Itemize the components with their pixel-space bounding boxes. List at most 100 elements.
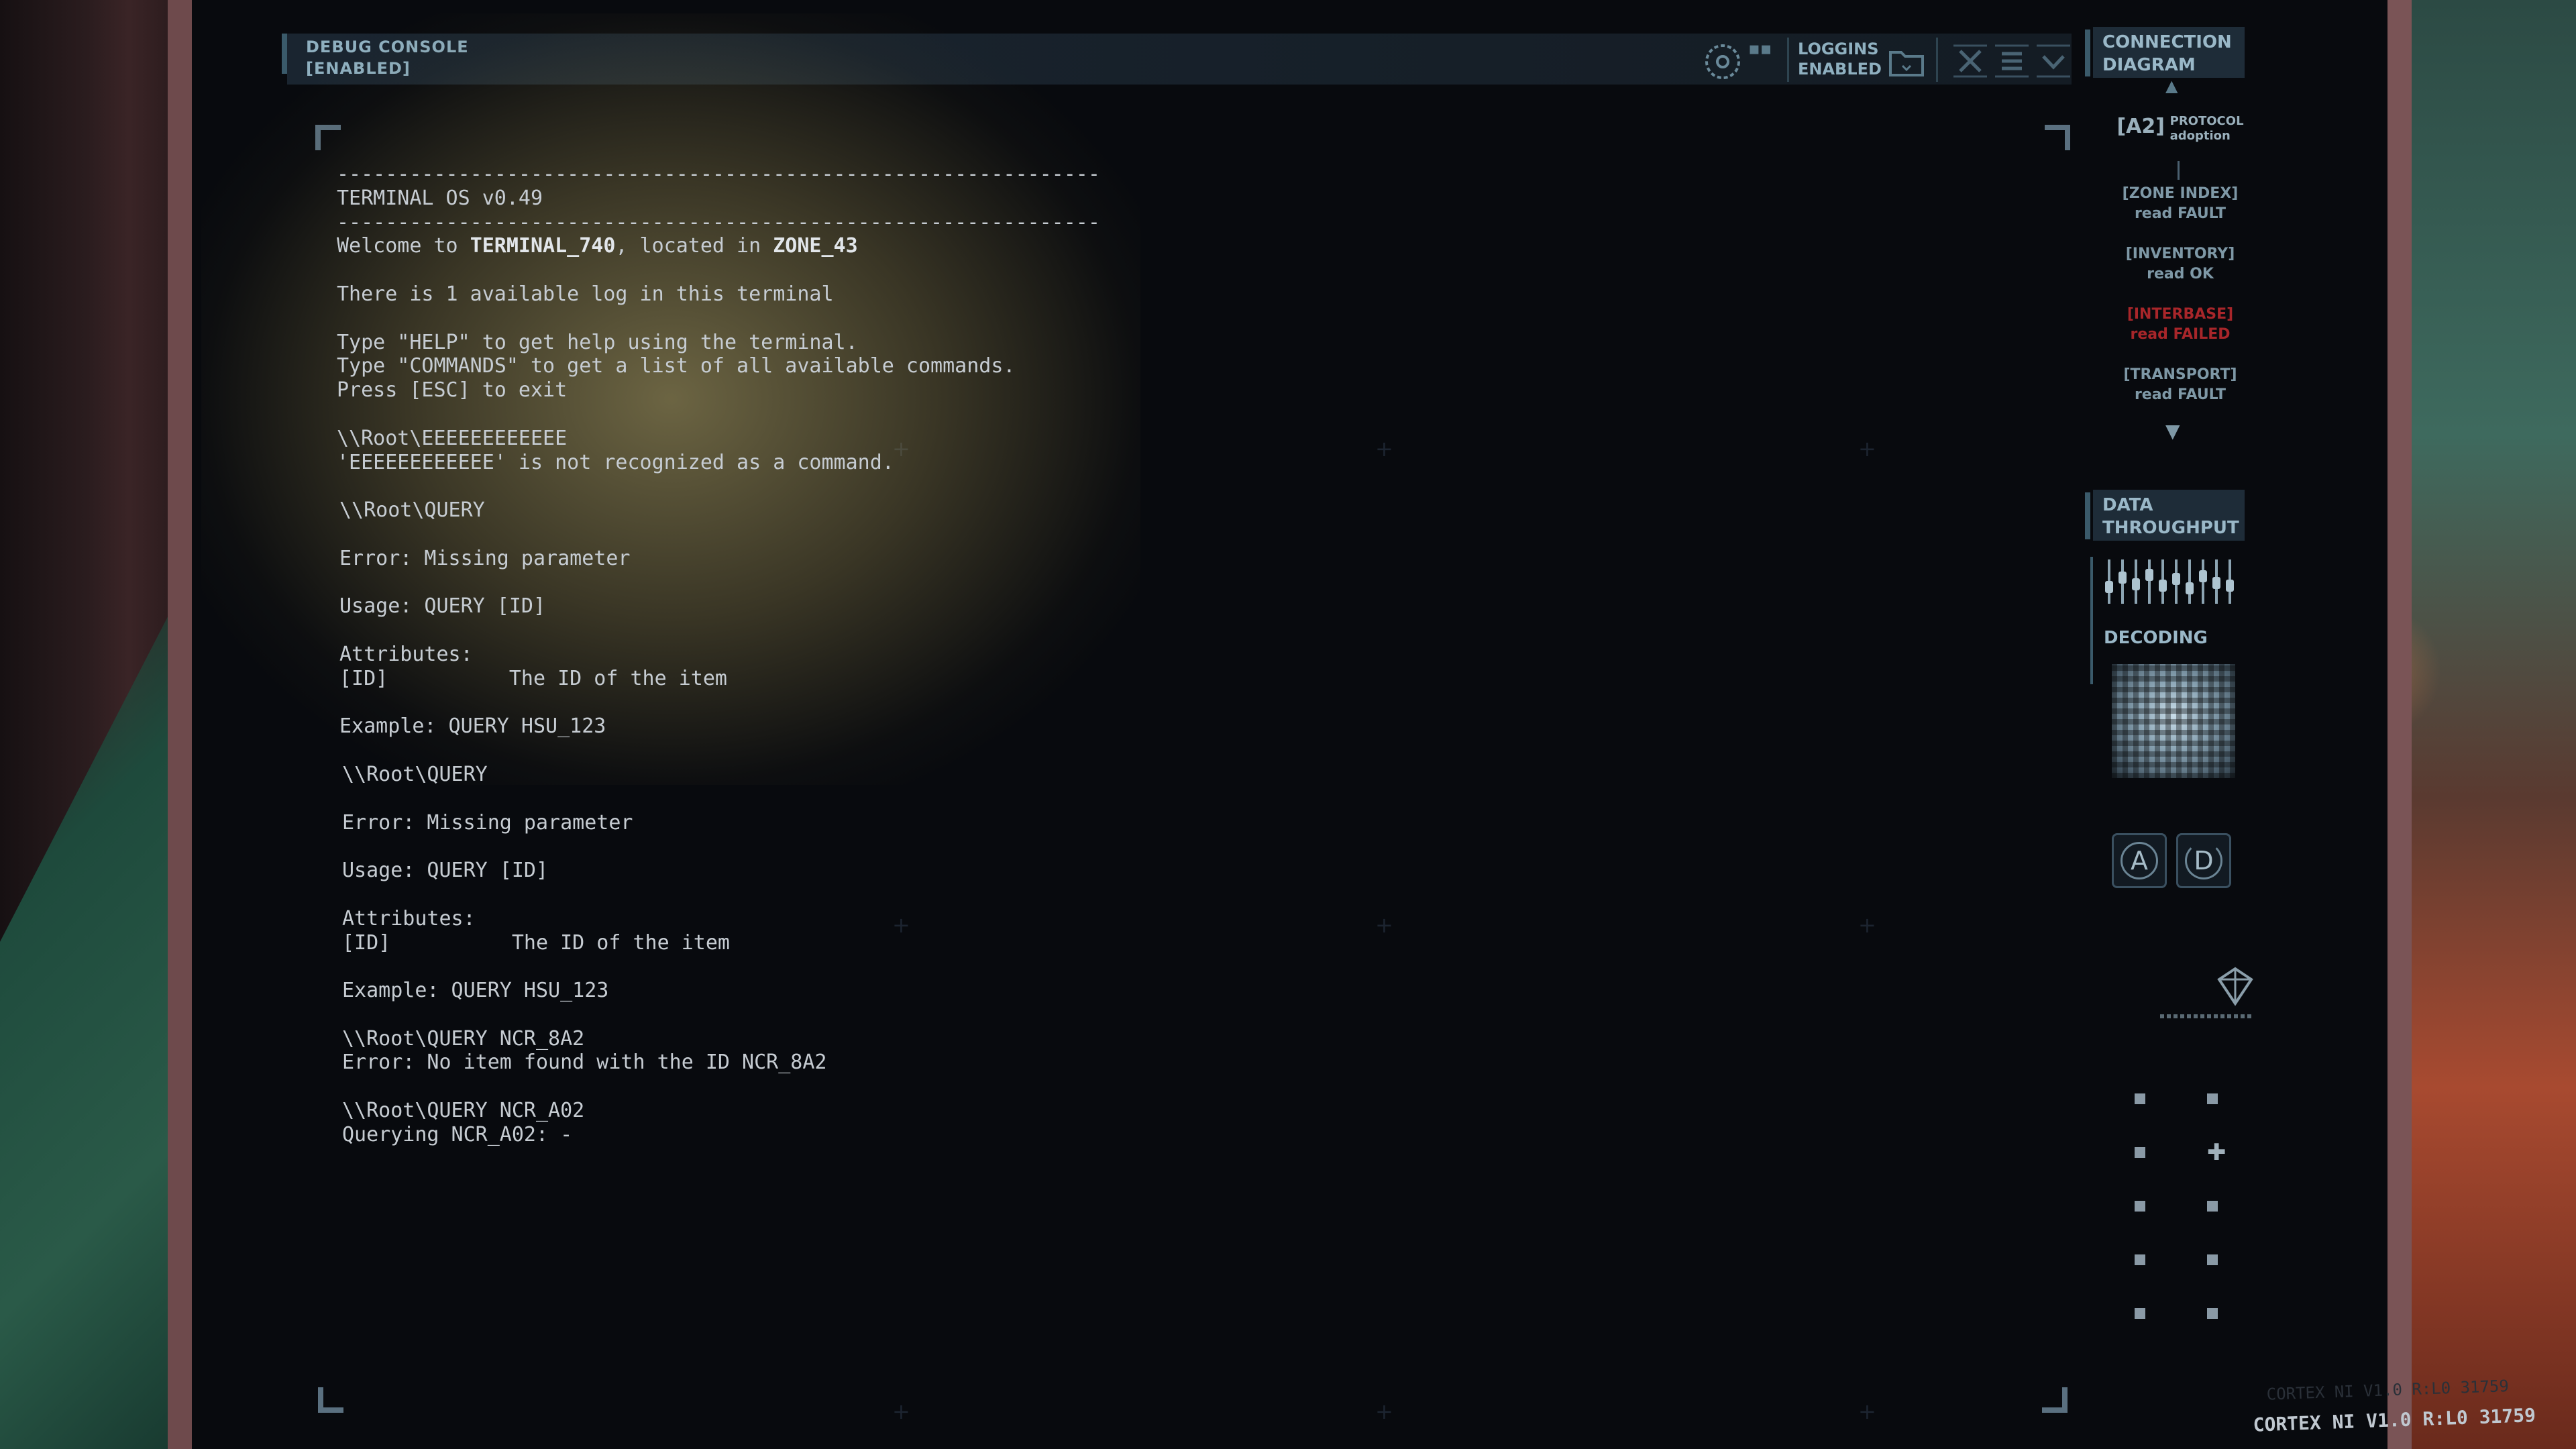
node-status: read FAULT xyxy=(2134,386,2226,403)
debug-console-label: DEBUG CONSOLE [ENABLED] xyxy=(306,36,469,79)
logging-label: LOGGINS xyxy=(1798,40,1879,58)
logging-status: LOGGINS ENABLED xyxy=(1798,39,1882,79)
terminal-line: \\Root\QUERY NCR_8A2 xyxy=(342,1026,585,1051)
emblem-caption xyxy=(2160,1014,2251,1018)
close-icon[interactable] xyxy=(1952,43,1988,82)
chevron-up-icon[interactable]: ▲ xyxy=(2165,76,2178,95)
throughput-bar xyxy=(2188,559,2191,604)
settings-gear-icon[interactable] xyxy=(1701,40,1744,86)
terminal-highlight: ZONE_43 xyxy=(773,234,858,258)
connection-node[interactable]: [INTERBASE] read FAILED xyxy=(2100,305,2261,345)
terminal-line: \\Root\EEEEEEEEEEEE xyxy=(337,426,568,450)
status-dot xyxy=(2207,1308,2218,1319)
terminal-line: Usage: QUERY [ID] xyxy=(342,859,549,883)
terminal-line: Error: Missing parameter xyxy=(342,810,633,835)
terminal-line: [ID] The ID of the item xyxy=(342,930,730,955)
throughput-knob xyxy=(2212,577,2220,589)
throughput-knob xyxy=(2186,582,2194,594)
protocol-label: PROTOCOL xyxy=(2169,114,2244,128)
protocol-node[interactable]: [A2] PROTOCOL adoption xyxy=(2100,114,2261,144)
folder-icon[interactable] xyxy=(1888,46,1925,80)
status-dot xyxy=(2135,1093,2145,1104)
chevron-down-icon[interactable]: ▼ xyxy=(2165,420,2180,442)
a-button[interactable]: A xyxy=(2112,833,2167,888)
terminal-text: Welcome to xyxy=(337,234,470,258)
throughput-knob xyxy=(2145,569,2153,581)
node-name: [TRANSPORT] xyxy=(2123,366,2237,383)
connection-node[interactable]: [INVENTORY] read OK xyxy=(2100,244,2261,284)
terminal-line: \\Root\QUERY xyxy=(339,498,485,523)
grid-marker: + xyxy=(892,1399,910,1424)
terminal-line: ----------------------------------------… xyxy=(337,210,1100,234)
d-button-label: D xyxy=(2194,846,2214,875)
emblem-icon xyxy=(2214,966,2257,1009)
terminal-line: There is 1 available log in this termina… xyxy=(337,282,834,306)
terminal-line: [ID] The ID of the item xyxy=(339,666,727,690)
throughput-knob xyxy=(2199,570,2207,582)
terminal-line: \\Root\QUERY xyxy=(342,762,488,786)
throughput-title-line1: DATA xyxy=(2102,495,2153,515)
terminal-line: Example: QUERY HSU_123 xyxy=(339,714,606,739)
terminal-line: Attributes: xyxy=(339,642,473,666)
terminal-line: Press [ESC] to exit xyxy=(337,378,568,402)
connection-title-line1: CONNECTION xyxy=(2102,32,2232,52)
terminal-text: , located in xyxy=(615,234,773,258)
node-name: [INTERBASE] xyxy=(2127,306,2234,323)
terminal-line: Attributes: xyxy=(342,906,476,930)
header-separator xyxy=(1787,38,1789,82)
frame-corner-tr xyxy=(2045,125,2070,150)
debug-console-status: [ENABLED] xyxy=(306,59,411,78)
status-dot xyxy=(2135,1308,2145,1319)
protocol-state: adoption xyxy=(2169,129,2231,143)
terminal-highlight: TERMINAL_740 xyxy=(470,234,616,258)
logging-state: ENABLED xyxy=(1798,60,1882,78)
connection-node[interactable]: [TRANSPORT] read FAULT xyxy=(2100,365,2261,405)
throughput-knob xyxy=(2172,573,2180,585)
frame-corner-br xyxy=(2042,1387,2068,1413)
throughput-knob xyxy=(2132,578,2140,590)
terminal-line: Example: QUERY HSU_123 xyxy=(342,979,609,1003)
header-accent xyxy=(282,34,287,74)
panel-accent xyxy=(2090,557,2093,684)
grid-marker: + xyxy=(1858,1399,1876,1424)
panel-accent xyxy=(2085,492,2090,539)
terminal-line: Usage: QUERY [ID] xyxy=(339,594,546,619)
connection-diagram-header: CONNECTION DIAGRAM xyxy=(2093,27,2245,78)
throughput-knob xyxy=(2159,580,2167,592)
throughput-knob xyxy=(2118,572,2127,584)
connection-node[interactable]: [ZONE INDEX] read FAULT xyxy=(2100,184,2261,224)
data-throughput-header: DATA THROUGHPUT xyxy=(2093,490,2245,541)
status-dot xyxy=(2207,1254,2218,1265)
status-dot xyxy=(2207,1201,2218,1212)
frame-corner-tl xyxy=(315,125,341,150)
node-status: read FAILED xyxy=(2130,326,2231,343)
plus-icon: ✚ xyxy=(2207,1139,2226,1166)
throughput-title-line2: THROUGHPUT xyxy=(2102,518,2239,538)
menu-icon[interactable] xyxy=(1994,43,2030,82)
terminal-line: Querying NCR_A02: - xyxy=(342,1122,573,1146)
grid-marker: + xyxy=(1858,912,1876,938)
terminal-line: Welcome to TERMINAL_740, located in ZONE… xyxy=(337,234,1477,258)
throughput-knob xyxy=(2226,580,2234,592)
chevron-down-icon[interactable] xyxy=(2035,43,2072,82)
throughput-knob xyxy=(2105,581,2113,593)
debug-console-title: DEBUG CONSOLE xyxy=(306,38,469,56)
header-separator xyxy=(1936,38,1938,82)
node-name: [ZONE INDEX] xyxy=(2122,185,2239,202)
terminal-line: \\Root\QUERY NCR_A02 xyxy=(342,1099,585,1123)
node-status: read FAULT xyxy=(2134,205,2226,222)
panel-accent xyxy=(2085,30,2090,76)
d-button[interactable]: D xyxy=(2176,833,2231,888)
terminal-line: Error: No item found with the ID NCR_8A2 xyxy=(342,1051,827,1075)
